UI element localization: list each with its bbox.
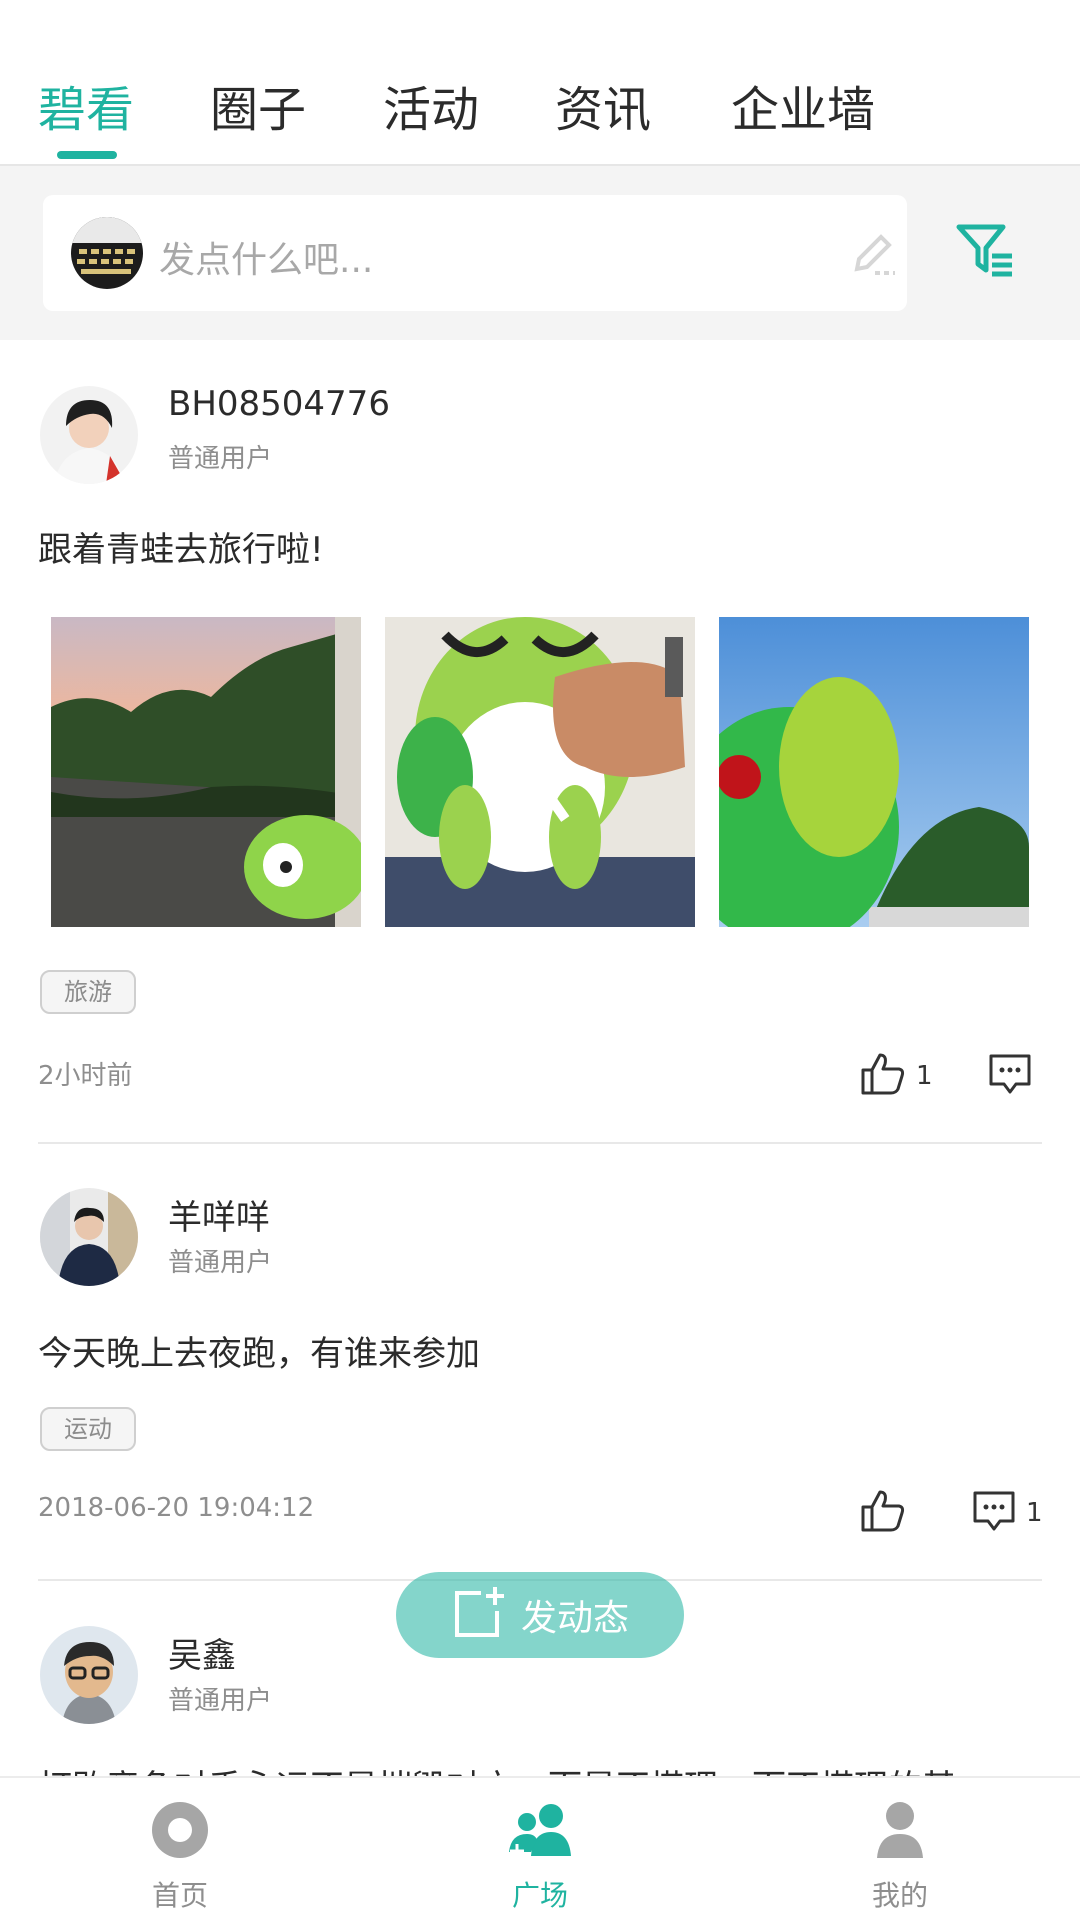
tab-company-wall[interactable]: 企业墙 [731,78,875,142]
comment-button[interactable] [988,1052,1042,1100]
nav-profile[interactable]: 我的 [820,1778,980,1922]
comment-count: 1 [1026,1498,1043,1528]
new-post-button[interactable]: 发动态 [396,1572,684,1658]
post-text: 跟着青蛙去旅行啦! [38,530,324,570]
post-time: 2小时前 [38,1061,133,1091]
tab-news[interactable]: 资讯 [555,78,651,142]
like-button[interactable]: 1 [860,1052,933,1100]
tab-bikan[interactable]: 碧看 [38,78,134,142]
nav-square[interactable]: 广场 [460,1778,620,1922]
user-role: 普通用户 [168,1248,273,1278]
user-avatar[interactable] [40,1626,138,1724]
post-tag[interactable]: 旅游 [40,970,136,1014]
profile-icon [875,1800,925,1864]
username[interactable]: BH08504776 [168,384,390,424]
user-role: 普通用户 [168,1686,273,1716]
home-icon [150,1800,210,1864]
username[interactable]: 吴鑫 [168,1628,236,1677]
active-tab-indicator [57,151,117,159]
nav-home-label: 首页 [151,1879,208,1912]
bottom-navigation: 首页 广场 我的 [0,1776,1080,1922]
comment-icon [972,1489,1016,1537]
comment-icon [988,1052,1032,1100]
filter-icon[interactable] [956,224,1014,282]
user-role: 普通用户 [168,444,273,474]
community-icon [507,1800,573,1864]
username[interactable]: 羊咩咩 [168,1190,270,1239]
pencil-icon [849,229,899,283]
post-tag[interactable]: 运动 [40,1407,136,1451]
post-image-lake[interactable] [51,617,361,927]
post-composer[interactable]: 发点什么吧... [43,195,907,311]
top-tab-bar: 碧看 圈子 活动 资讯 企业墙 [0,0,1080,166]
comment-button[interactable]: 1 [972,1489,1043,1537]
tab-circle[interactable]: 圈子 [210,78,306,142]
nav-square-label: 广场 [511,1879,568,1912]
thumbs-up-icon [860,1489,906,1537]
thumbs-up-icon [860,1052,906,1100]
post-text: 今天晚上去夜跑，有谁来参加 [38,1334,480,1374]
my-avatar [71,217,143,289]
like-button[interactable] [860,1489,916,1537]
post-image-frog-toy[interactable] [385,617,695,927]
post-divider [38,1142,1042,1144]
user-avatar[interactable] [40,1188,138,1286]
user-avatar[interactable] [40,386,138,484]
add-post-icon [451,1585,507,1645]
like-count: 1 [916,1061,933,1091]
tab-activity[interactable]: 活动 [383,78,479,142]
nav-home[interactable]: 首页 [100,1778,260,1922]
nav-profile-label: 我的 [871,1879,928,1912]
new-post-label: 发动态 [520,1598,629,1639]
composer-placeholder[interactable]: 发点什么吧... [159,231,373,283]
post-image-sky-tower[interactable] [719,617,1029,927]
post-time: 2018-06-20 19:04:12 [38,1493,315,1523]
